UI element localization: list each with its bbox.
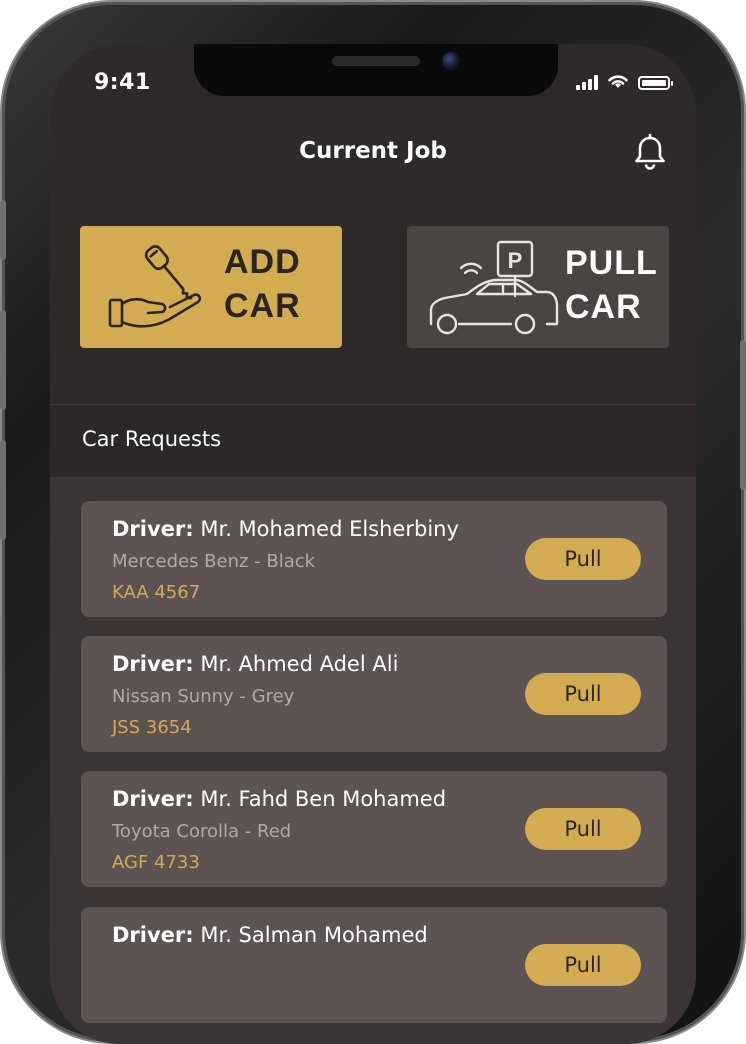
driver-line: Driver: Mr. Mohamed Elsherbiny: [112, 517, 459, 541]
request-card: Driver: Mr. Mohamed Elsherbiny Mercedes …: [81, 501, 667, 617]
pull-car-label: PULL CAR: [565, 244, 658, 326]
status-icons: [576, 72, 673, 90]
battery-icon: [638, 76, 673, 90]
parking-sign-letter: P: [508, 248, 523, 273]
section-title: Car Requests: [82, 427, 222, 451]
notch: [194, 44, 558, 96]
car-model: Toyota Corolla - Red: [112, 821, 292, 842]
request-card: Driver: Mr. Salman Mohamed Pull: [81, 907, 667, 1023]
driver-name: Mr. Salman Mohamed: [200, 923, 428, 947]
car-parking-wifi-icon: P: [429, 240, 559, 335]
bell-icon[interactable]: [630, 132, 670, 172]
driver-name: Mr. Mohamed Elsherbiny: [200, 517, 459, 541]
wifi-icon: [608, 75, 628, 88]
pull-button[interactable]: Pull: [525, 673, 641, 715]
cellular-signal-icon: [576, 74, 598, 90]
status-time: 9:41: [94, 70, 151, 95]
plate-number: JSS 3654: [112, 717, 192, 738]
pull-button[interactable]: Pull: [525, 538, 641, 580]
page-title: Current Job: [299, 138, 447, 164]
driver-line: Driver: Mr. Salman Mohamed: [112, 923, 428, 947]
side-button: [0, 200, 6, 260]
driver-name: Mr. Fahd Ben Mohamed: [200, 787, 447, 811]
add-car-label: ADD CAR: [224, 243, 301, 325]
pull-button[interactable]: Pull: [525, 808, 641, 850]
section-header: Car Requests: [50, 405, 696, 477]
add-car-button[interactable]: ADD CAR: [80, 226, 342, 348]
plate-number: KAA 4567: [112, 582, 201, 603]
action-row: ADD CAR P PULL CAR: [80, 226, 669, 350]
driver-line: Driver: Mr. Ahmed Adel Ali: [112, 652, 399, 676]
pull-car-button[interactable]: P PULL CAR: [407, 226, 669, 348]
request-card: Driver: Mr. Ahmed Adel Ali Nissan Sunny …: [81, 636, 667, 752]
car-model: Mercedes Benz - Black: [112, 551, 316, 572]
driver-line: Driver: Mr. Fahd Ben Mohamed: [112, 787, 447, 811]
request-card: Driver: Mr. Fahd Ben Mohamed Toyota Coro…: [81, 771, 667, 887]
pull-button[interactable]: Pull: [525, 944, 641, 986]
hand-key-icon: [108, 245, 202, 328]
side-button: [740, 340, 746, 490]
car-model: Nissan Sunny - Grey: [112, 686, 295, 707]
car-request-list: Driver: Mr. Mohamed Elsherbiny Mercedes …: [50, 477, 696, 1044]
driver-name: Mr. Ahmed Adel Ali: [200, 652, 399, 676]
plate-number: AGF 4733: [112, 852, 200, 873]
camera-lens: [442, 52, 460, 70]
side-button: [0, 310, 6, 410]
speaker-grille: [332, 56, 420, 66]
side-button: [0, 440, 6, 540]
app-screen: 9:41 Current Job ADD CAR P PULL CAR Car …: [50, 44, 696, 1044]
